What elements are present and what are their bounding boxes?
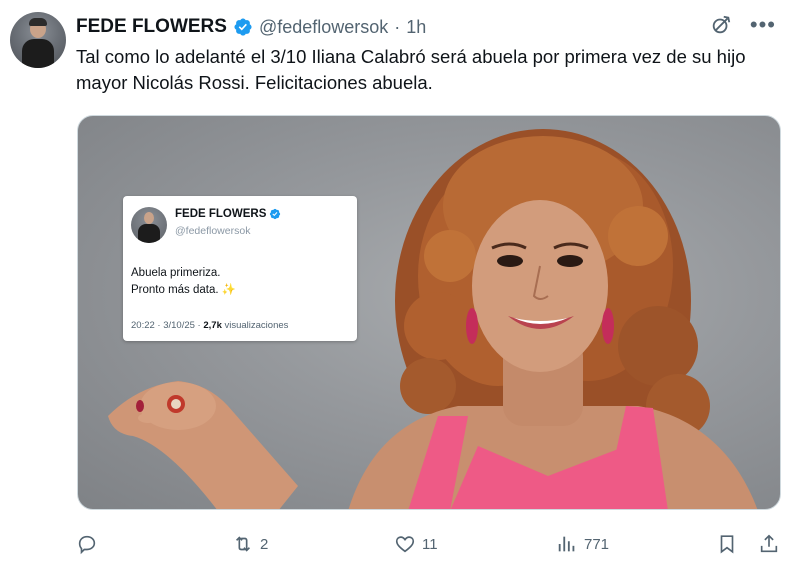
tweet-top-actions: ••• (710, 14, 776, 36)
embedded-line-1: Abuela primeriza. (131, 267, 221, 279)
heart-icon (395, 536, 415, 553)
embedded-author-name: FEDE FLOWERS (175, 208, 267, 220)
tweet-action-bar: 2 11 771 (76, 530, 786, 558)
share-button[interactable] (758, 530, 780, 558)
share-icon (760, 534, 778, 553)
avatar-hair (29, 18, 47, 26)
tweet-header: FEDE FLOWERS @fedeflowersok · 1h (76, 14, 426, 40)
header-separator: · (394, 16, 401, 37)
grok-icon[interactable] (710, 14, 732, 36)
embedded-avatar (131, 207, 167, 243)
embedded-line-2: Pronto más data. ✨ (131, 282, 236, 299)
embedded-avatar-torso (138, 224, 160, 243)
views-icon (558, 536, 575, 552)
bookmark-icon (720, 535, 734, 554)
embedded-tweet-text: Abuela primeriza. Pronto más data. ✨ (131, 265, 236, 299)
views-count: 771 (584, 535, 610, 553)
repost-count: 2 (260, 535, 269, 553)
embedded-tweet-meta: 20:22 · 3/10/25 · 2,7k visualizaciones (131, 320, 288, 331)
embedded-date-time: 20:22 · 3/10/25 · (131, 320, 204, 331)
repost-icon (235, 536, 251, 552)
tweet-media[interactable]: FEDE FLOWERS @fedeflowersok Abuela prime… (77, 115, 781, 510)
embedded-verified-badge-icon (270, 208, 281, 220)
embedded-line-2-text: Pronto más data. (131, 284, 219, 296)
like-count: 11 (422, 535, 438, 553)
embedded-views-count: 2,7k (203, 320, 222, 331)
views-button[interactable]: 771 (556, 530, 609, 558)
like-button[interactable]: 11 (394, 530, 438, 558)
reply-button[interactable] (76, 530, 104, 558)
author-handle[interactable]: @fedeflowersok (259, 17, 388, 38)
bookmark-button[interactable] (716, 530, 738, 558)
tweet-text: Tal como lo adelanté el 3/10 Iliana Cala… (76, 46, 746, 93)
repost-button[interactable]: 2 (232, 530, 268, 558)
embedded-author-handle: @fedeflowersok (175, 225, 251, 237)
reply-icon (78, 535, 96, 555)
embedded-avatar-head (144, 212, 154, 224)
sparkle-icon: ✨ (221, 284, 237, 296)
more-icon[interactable]: ••• (750, 14, 776, 36)
author-name[interactable]: FEDE FLOWERS (76, 16, 227, 38)
embedded-tweet-card: FEDE FLOWERS @fedeflowersok Abuela prime… (123, 196, 357, 341)
verified-badge-icon (234, 18, 252, 36)
author-avatar[interactable] (10, 12, 66, 68)
avatar-torso (22, 39, 54, 68)
tweet-time[interactable]: 1h (406, 17, 426, 38)
embedded-views-label: visualizaciones (221, 320, 289, 331)
embedded-author-row: FEDE FLOWERS (175, 208, 281, 220)
